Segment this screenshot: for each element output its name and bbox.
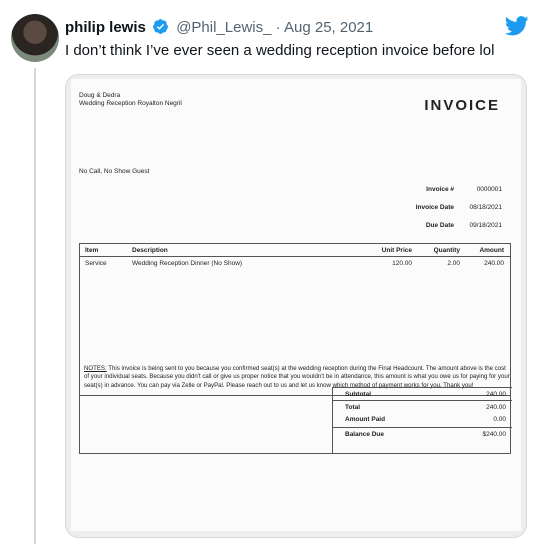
author-name[interactable]: philip lewis [65,19,146,36]
subtotal-value: 240.00 [486,391,506,398]
tweet-date[interactable]: Aug 25, 2021 [284,19,373,36]
cell-unit-price: 120.00 [392,260,412,267]
table-row: Service Wedding Reception Dinner (No Sho… [80,257,510,269]
cell-item: Service [85,260,107,267]
thread-line [34,68,36,544]
subtotal-label: Subtotal [345,391,371,398]
column-unit-price: Unit Price [381,247,412,254]
subtotal-row: Subtotal 240.00 [333,387,512,400]
meta-value: 08/18/2021 [469,204,502,211]
meta-label: Invoice # [426,186,454,193]
author-handle[interactable]: @Phil_Lewis_ [176,19,271,36]
invoice-sender: Doug & Dedra Wedding Reception Royalton … [79,92,182,108]
totals-table: Subtotal 240.00 Total 240.00 Amount Paid… [332,387,512,453]
bill-to: No Call, No Show Guest [79,168,150,175]
invoice-title: INVOICE [424,97,500,114]
avatar[interactable] [11,14,59,62]
column-description: Description [132,247,168,254]
meta-label: Due Date [425,222,454,229]
meta-row: Due Date 09/18/2021 [416,217,502,235]
column-quantity: Quantity [433,247,460,254]
totals-section: Subtotal 240.00 Total 240.00 Amount Paid… [79,387,512,454]
tweet-header: philip lewis @Phil_Lewis_ · Aug 25, 2021 [65,18,373,38]
sender-event: Wedding Reception Royalton Negril [79,100,182,107]
notes-text: This invoice is being sent to you becaus… [84,365,510,389]
column-amount: Amount [479,247,504,254]
total-row: Total 240.00 Amount Paid 0.00 [333,400,512,427]
meta-value: 0000001 [476,186,502,193]
amount-paid-value: 0.00 [493,416,506,423]
meta-row: Invoice Date 08/18/2021 [416,199,502,217]
invoice-meta: Invoice # 0000001 Invoice Date 08/18/202… [416,181,502,235]
notes-label: NOTES: [84,365,107,373]
verified-badge-icon [153,19,168,34]
separator: · [275,19,281,36]
cell-quantity: 2.00 [447,260,460,267]
total-label: Total [345,404,361,411]
meta-label: Invoice Date [415,204,454,211]
invoice-table: Item Description Unit Price Quantity Amo… [79,243,511,396]
tweet-photo[interactable]: Doug & Dedra Wedding Reception Royalton … [65,74,527,538]
invoice-document: Doug & Dedra Wedding Reception Royalton … [71,79,521,531]
balance-value: $240.00 [482,431,507,438]
tweet-text: I don’t think I’ve ever seen a wedding r… [65,42,495,59]
amount-paid-label: Amount Paid [345,416,386,423]
balance-label: Balance Due [345,431,385,438]
total-value: 240.00 [486,404,506,411]
table-header: Item Description Unit Price Quantity Amo… [80,244,510,257]
cell-amount: 240.00 [484,260,504,267]
meta-row: Invoice # 0000001 [416,181,502,199]
sender-name: Doug & Dedra [79,92,121,99]
column-item: Item [85,247,99,254]
twitter-bird-icon [505,16,529,36]
cell-description: Wedding Reception Dinner (No Show) [132,260,243,267]
meta-value: 09/18/2021 [469,222,502,229]
balance-row: Balance Due $240.00 [333,427,512,440]
